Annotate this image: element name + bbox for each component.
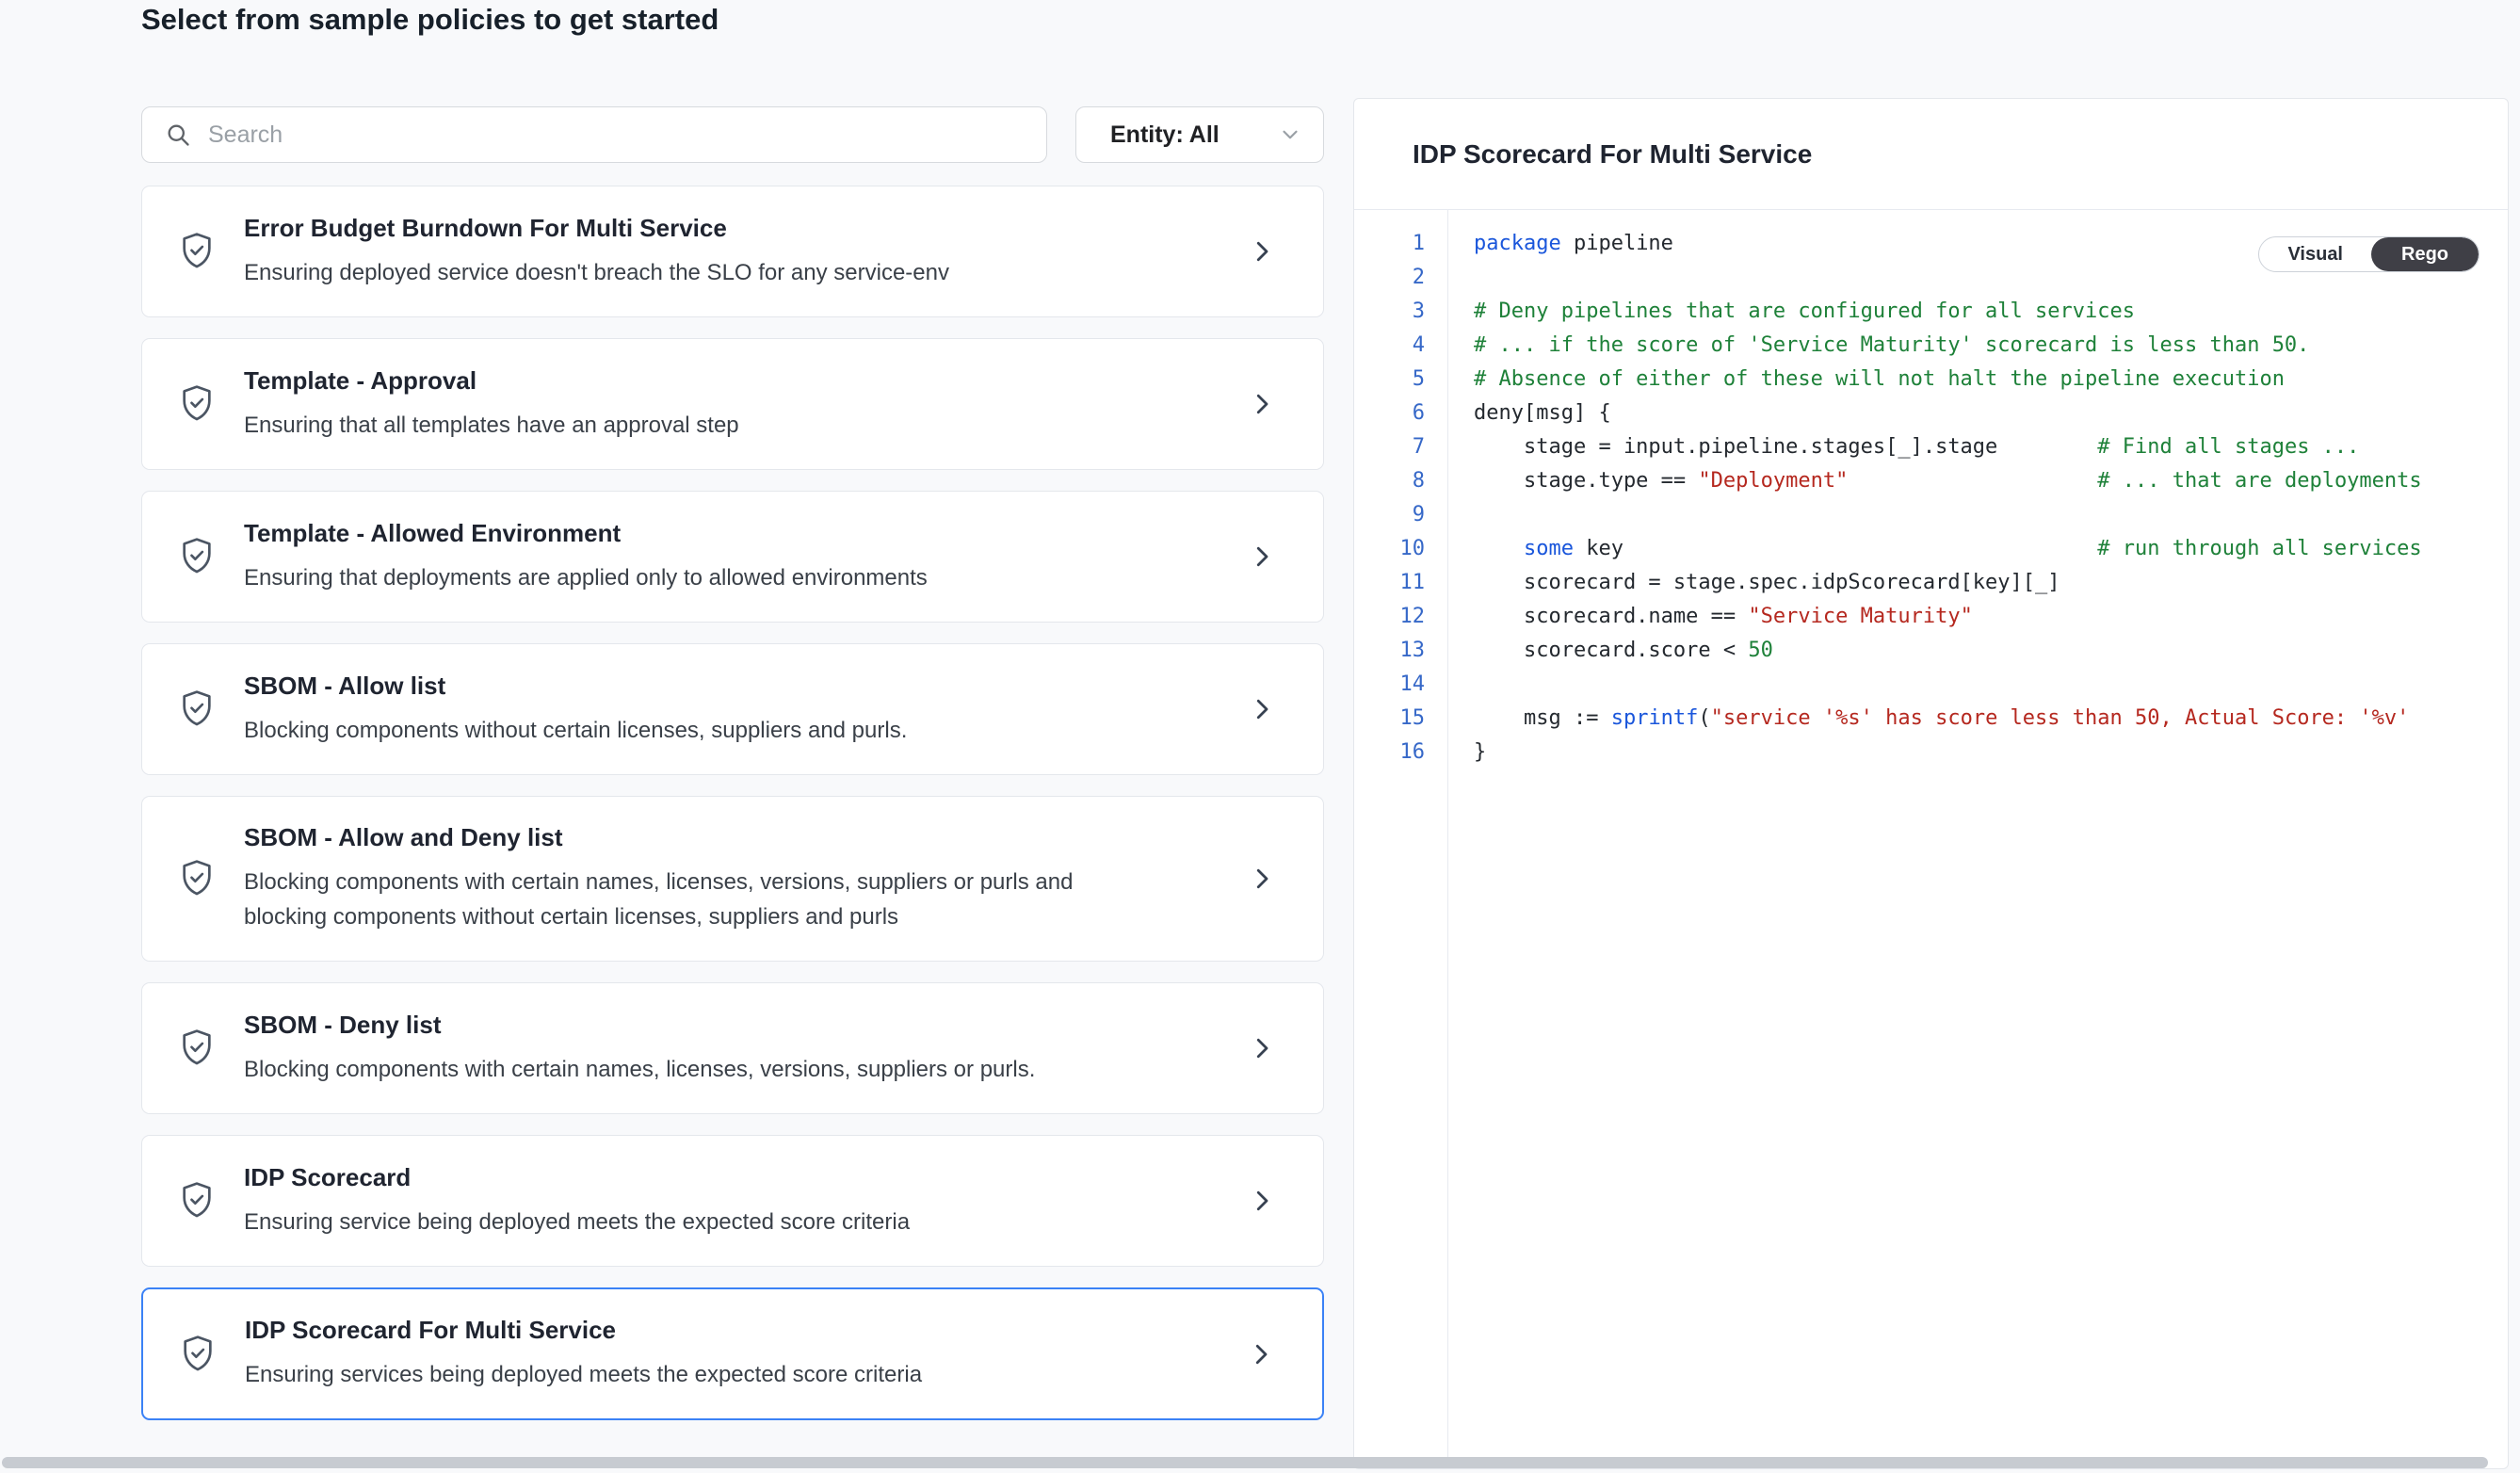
policy-card-text: Template - Approval Ensuring that all te… xyxy=(244,366,1229,443)
shield-check-icon xyxy=(178,688,216,730)
search-input[interactable] xyxy=(206,121,1027,150)
chevron-right-icon xyxy=(1248,542,1276,571)
line-number: 6 xyxy=(1354,397,1425,430)
detail-panel-header: IDP Scorecard For Multi Service xyxy=(1354,99,2508,210)
line-number: 12 xyxy=(1354,600,1425,634)
detail-panel-title: IDP Scorecard For Multi Service xyxy=(1413,139,1812,170)
policy-card[interactable]: Error Budget Burndown For Multi Service … xyxy=(141,186,1324,317)
policy-description: Blocking components with certain names, … xyxy=(244,1052,1091,1087)
line-number: 16 xyxy=(1354,736,1425,769)
chevron-right-icon xyxy=(1248,1034,1276,1062)
policy-browser: Entity: All Error Budget Burndown For Mu… xyxy=(141,106,1324,1420)
chevron-right-icon xyxy=(1248,390,1276,418)
policy-card-text: Template - Allowed Environment Ensuring … xyxy=(244,519,1229,595)
shield-check-icon xyxy=(179,1334,217,1375)
policy-title: SBOM - Allow and Deny list xyxy=(244,823,1229,852)
entity-filter-dropdown[interactable]: Entity: All xyxy=(1075,106,1324,163)
search-icon xyxy=(165,121,191,148)
policy-card-text: SBOM - Allow list Blocking components wi… xyxy=(244,672,1229,748)
policy-description: Ensuring deployed service doesn't breach… xyxy=(244,255,1091,290)
line-number: 15 xyxy=(1354,702,1425,736)
policy-title: IDP Scorecard For Multi Service xyxy=(245,1316,1228,1345)
policy-description: Ensuring services being deployed meets t… xyxy=(245,1357,1092,1392)
policy-card-text: IDP Scorecard For Multi Service Ensuring… xyxy=(245,1316,1228,1392)
code-lines: 12345678910111213141516 package pipeline… xyxy=(1354,210,2508,1468)
rego-toggle-button[interactable]: Rego xyxy=(2371,237,2479,271)
visual-toggle-button[interactable]: Visual xyxy=(2259,237,2371,271)
shield-check-icon xyxy=(178,1180,216,1222)
code-line xyxy=(1474,498,2508,532)
policy-toolbar: Entity: All xyxy=(141,106,1324,163)
chevron-right-icon xyxy=(1247,1340,1275,1368)
line-number: 8 xyxy=(1354,464,1425,498)
line-number: 5 xyxy=(1354,363,1425,397)
policy-card[interactable]: Template - Approval Ensuring that all te… xyxy=(141,338,1324,470)
page-title: Select from sample policies to get start… xyxy=(141,2,719,38)
policy-title: SBOM - Allow list xyxy=(244,672,1229,701)
policy-title: SBOM - Deny list xyxy=(244,1011,1229,1040)
line-number: 7 xyxy=(1354,430,1425,464)
shield-check-icon xyxy=(178,858,216,899)
code-line: } xyxy=(1474,736,2508,769)
code-line: stage = input.pipeline.stages[_].stage #… xyxy=(1474,430,2508,464)
search-box xyxy=(141,106,1047,163)
policy-title: Template - Allowed Environment xyxy=(244,519,1229,548)
line-number: 1 xyxy=(1354,227,1425,261)
line-number: 10 xyxy=(1354,532,1425,566)
policy-card[interactable]: Template - Allowed Environment Ensuring … xyxy=(141,491,1324,623)
code-line: scorecard.name == "Service Maturity" xyxy=(1474,600,2508,634)
chevron-right-icon xyxy=(1248,237,1276,266)
policy-card-text: Error Budget Burndown For Multi Service … xyxy=(244,214,1229,290)
policy-card-text: IDP Scorecard Ensuring service being dep… xyxy=(244,1163,1229,1239)
policy-list[interactable]: Error Budget Burndown For Multi Service … xyxy=(141,186,1324,1420)
code-line: msg := sprintf("service '%s' has score l… xyxy=(1474,702,2508,736)
line-number: 13 xyxy=(1354,634,1425,668)
chevron-right-icon xyxy=(1248,865,1276,893)
code-line: scorecard = stage.spec.idpScorecard[key]… xyxy=(1474,566,2508,600)
code-content: package pipeline# Deny pipelines that ar… xyxy=(1448,210,2508,1468)
policy-card[interactable]: SBOM - Deny list Blocking components wit… xyxy=(141,982,1324,1114)
shield-check-icon xyxy=(178,231,216,272)
policy-card-text: SBOM - Allow and Deny list Blocking comp… xyxy=(244,823,1229,934)
code-line: stage.type == "Deployment" # ... that ar… xyxy=(1474,464,2508,498)
view-mode-toggle: Visual Rego xyxy=(2258,236,2480,272)
chevron-right-icon xyxy=(1248,695,1276,723)
policy-card-text: SBOM - Deny list Blocking components wit… xyxy=(244,1011,1229,1087)
policy-card[interactable]: IDP Scorecard Ensuring service being dep… xyxy=(141,1135,1324,1267)
line-number: 4 xyxy=(1354,329,1425,363)
code-line xyxy=(1474,668,2508,702)
chevron-down-icon xyxy=(1278,122,1302,147)
code-editor[interactable]: Visual Rego 12345678910111213141516 pack… xyxy=(1354,210,2508,1468)
policy-detail-panel: IDP Scorecard For Multi Service Visual R… xyxy=(1353,98,2509,1469)
code-line: scorecard.score < 50 xyxy=(1474,634,2508,668)
line-number: 3 xyxy=(1354,295,1425,329)
policy-card[interactable]: SBOM - Allow and Deny list Blocking comp… xyxy=(141,796,1324,962)
code-line: some key # run through all services xyxy=(1474,532,2508,566)
line-numbers: 12345678910111213141516 xyxy=(1354,210,1448,1468)
policy-description: Ensuring that all templates have an appr… xyxy=(244,408,1091,443)
line-number: 9 xyxy=(1354,498,1425,532)
code-line: # Absence of either of these will not ha… xyxy=(1474,363,2508,397)
policy-description: Ensuring service being deployed meets th… xyxy=(244,1205,1091,1239)
shield-check-icon xyxy=(178,536,216,577)
line-number: 14 xyxy=(1354,668,1425,702)
line-number: 2 xyxy=(1354,261,1425,295)
policy-title: Error Budget Burndown For Multi Service xyxy=(244,214,1229,243)
chevron-right-icon xyxy=(1248,1187,1276,1215)
line-number: 11 xyxy=(1354,566,1425,600)
policy-description: Blocking components with certain names, … xyxy=(244,865,1091,934)
policy-description: Blocking components without certain lice… xyxy=(244,713,1091,748)
horizontal-scrollbar[interactable] xyxy=(2,1457,2488,1468)
shield-check-icon xyxy=(178,1028,216,1069)
code-line: # Deny pipelines that are configured for… xyxy=(1474,295,2508,329)
policy-title: Template - Approval xyxy=(244,366,1229,396)
policy-card[interactable]: SBOM - Allow list Blocking components wi… xyxy=(141,643,1324,775)
policy-description: Ensuring that deployments are applied on… xyxy=(244,560,1091,595)
entity-filter-label: Entity: All xyxy=(1110,121,1220,149)
code-line: # ... if the score of 'Service Maturity'… xyxy=(1474,329,2508,363)
policy-title: IDP Scorecard xyxy=(244,1163,1229,1192)
shield-check-icon xyxy=(178,383,216,425)
policy-card[interactable]: IDP Scorecard For Multi Service Ensuring… xyxy=(141,1287,1324,1420)
code-line: deny[msg] { xyxy=(1474,397,2508,430)
